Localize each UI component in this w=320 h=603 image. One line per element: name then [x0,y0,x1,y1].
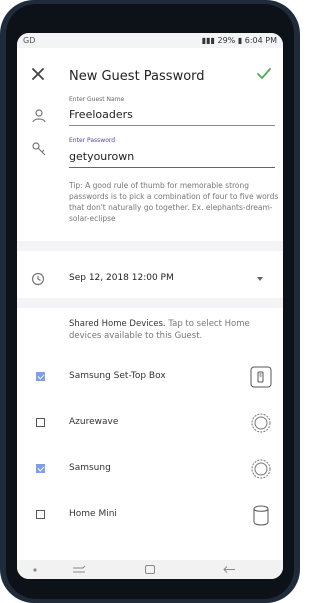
battery-percent: 29% [217,36,236,45]
set-top-box-icon [250,366,272,388]
signal-icon: ▮▮▮ [201,36,215,45]
status-bar: GD ▮▮▮ 29% ▮ 6:04 PM [17,33,283,48]
close-icon[interactable] [30,66,46,82]
app-bar: New Guest Password [17,48,283,96]
password-input[interactable]: getyourown [69,150,134,163]
guest-name-input[interactable]: Freeloaders [69,108,133,121]
page-title: New Guest Password [69,69,205,84]
device-row-samsung[interactable]: Samsung [17,449,283,489]
person-icon [32,109,46,123]
device-label: Home Mini [69,509,117,519]
device-row-azurewave[interactable]: Azurewave [17,403,283,443]
dot-icon [33,568,37,572]
guest-name-underline [69,125,275,126]
device-label: Samsung Set-Top Box [69,371,166,381]
password-tip: Tip: A good rule of thumb for memorable … [69,181,279,223]
system-navigation-bar [17,560,283,579]
clock-time: 6:04 PM [244,36,277,45]
checkbox-unchecked[interactable] [36,510,45,519]
generic-device-icon [251,459,271,479]
device-row-samsung-set-top-box[interactable]: Samsung Set-Top Box [17,357,283,397]
password-underline [69,167,275,168]
date-time-selector[interactable]: Sep 12, 2018 12:00 PM [69,273,174,283]
shared-devices-description: Shared Home Devices. Tap to select Home … [69,318,281,342]
generic-device-icon [251,413,271,433]
battery-icon: ▮ [237,36,243,45]
section-divider [17,298,283,308]
home-button-icon[interactable] [144,564,156,575]
section-divider [17,241,283,251]
chevron-down-icon[interactable] [257,277,263,281]
check-icon[interactable] [256,67,272,81]
device-label: Azurewave [69,417,119,427]
app-screen: GD ▮▮▮ 29% ▮ 6:04 PM New Guest Password … [17,33,283,579]
phone-frame: GD ▮▮▮ 29% ▮ 6:04 PM New Guest Password … [0,0,300,603]
shared-devices-heading: Shared Home Devices. [69,319,166,329]
guest-name-label: Enter Guest Name [69,96,125,103]
password-label: Enter Password [69,137,116,144]
checkbox-checked[interactable] [36,372,45,381]
status-right: ▮▮▮ 29% ▮ 6:04 PM [202,36,277,45]
device-label: Samsung [69,463,111,473]
checkbox-unchecked[interactable] [36,418,45,427]
key-icon [32,142,46,156]
device-row-home-mini[interactable]: Home Mini [17,495,283,535]
recent-apps-icon[interactable] [72,564,86,575]
status-left-text: GD [23,36,36,45]
home-mini-icon [253,505,269,526]
back-icon[interactable] [222,564,236,575]
checkbox-checked[interactable] [36,464,45,473]
clock-icon [31,272,45,286]
